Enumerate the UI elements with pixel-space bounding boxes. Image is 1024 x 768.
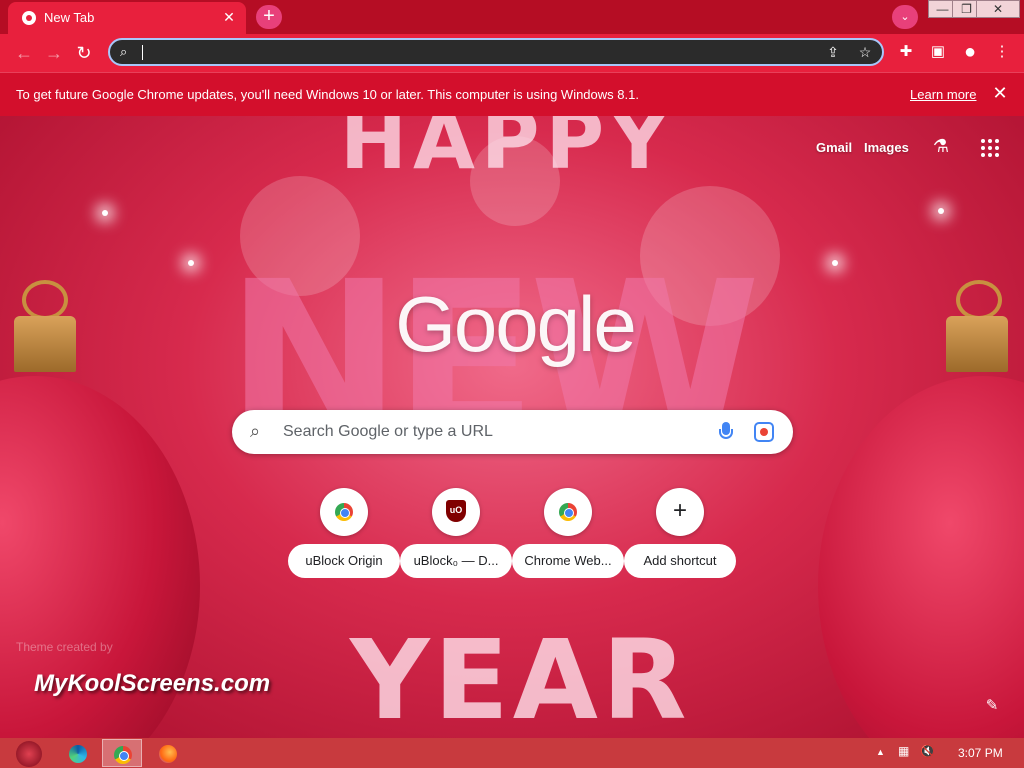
taskbar-chrome[interactable] xyxy=(102,739,142,767)
shortcut-tile[interactable]: uBlock Origin xyxy=(288,486,400,578)
chrome-favicon-icon xyxy=(22,11,36,25)
taskbar-edge[interactable] xyxy=(58,739,98,767)
taskbar: ▲ ▦ 🔇 3:07 PM xyxy=(0,738,1024,768)
side-panel-icon[interactable]: ▣ xyxy=(927,41,949,63)
customize-pencil-icon[interactable]: ✎ xyxy=(982,696,1002,716)
search-box[interactable]: ⌕ Search Google or type a URL xyxy=(232,410,793,454)
share-icon[interactable]: ⇪ xyxy=(824,43,842,61)
chrome-icon xyxy=(335,503,353,521)
search-placeholder: Search Google or type a URL xyxy=(283,423,493,440)
shortcut-icon-circle xyxy=(320,488,368,536)
right-ornament-cap xyxy=(946,316,1008,372)
edge-icon xyxy=(69,745,87,763)
update-infobar: To get future Google Chrome updates, you… xyxy=(0,72,1024,116)
right-ornament-ring xyxy=(956,280,1002,320)
shortcut-icon-circle xyxy=(544,488,592,536)
shortcut-label: uBlock Origin xyxy=(288,544,400,578)
firefox-icon xyxy=(159,745,177,763)
forward-arrow-icon[interactable]: → xyxy=(42,42,66,64)
brand-watermark: MyKoolScreens.com xyxy=(34,670,271,697)
labs-flask-icon[interactable]: ⚗ xyxy=(930,136,952,160)
tab-title: New Tab xyxy=(44,10,95,25)
clock[interactable]: 3:07 PM xyxy=(958,746,1003,760)
search-icon: ⌕ xyxy=(120,44,128,59)
shortcut-icon-circle: uO xyxy=(432,488,480,536)
tray-overflow-arrow-icon[interactable]: ▲ xyxy=(876,747,885,757)
shortcut-label: Chrome Web... xyxy=(512,544,624,578)
back-arrow-icon[interactable]: ← xyxy=(12,42,36,64)
add-shortcut-tile[interactable]: + Add shortcut xyxy=(624,486,736,578)
sparkle xyxy=(188,260,194,266)
chrome-icon xyxy=(114,746,132,764)
theme-credit[interactable]: Theme created by xyxy=(16,640,113,654)
sparkle xyxy=(832,260,838,266)
menu-kebab-icon[interactable]: ⋮ xyxy=(991,41,1013,63)
taskbar-firefox[interactable] xyxy=(148,739,188,767)
background-text-happy: HAPPY xyxy=(340,116,675,187)
learn-more-link[interactable]: Learn more xyxy=(910,87,976,102)
google-logo: Google xyxy=(395,280,637,368)
background-text-year: YEAR xyxy=(350,616,691,738)
network-icon[interactable]: ▦ xyxy=(898,744,909,758)
sparkle xyxy=(102,210,108,216)
infobar-message: To get future Google Chrome updates, you… xyxy=(16,87,639,102)
extensions-puzzle-icon[interactable]: ✚ xyxy=(895,41,917,63)
shortcut-tile[interactable]: Chrome Web... xyxy=(512,486,624,578)
tab-close-icon[interactable]: ✕ xyxy=(220,8,238,26)
sparkle xyxy=(938,208,944,214)
google-lens-camera-icon[interactable] xyxy=(754,422,774,442)
shortcut-icon-circle: + xyxy=(656,488,704,536)
start-button[interactable] xyxy=(10,739,50,767)
new-tab-page: HAPPY NEW YEAR Gmail Images ⚗ Google ⌕ S… xyxy=(0,116,1024,738)
infobar-close-icon[interactable]: ✕ xyxy=(990,83,1010,103)
plus-icon: + xyxy=(672,497,687,524)
search-icon: ⌕ xyxy=(250,421,261,441)
chrome-icon xyxy=(559,503,577,521)
left-ornament-ring xyxy=(22,280,68,320)
shortcut-label: Add shortcut xyxy=(624,544,736,578)
right-ornament xyxy=(818,376,1024,738)
ublock-shield-icon: uO xyxy=(446,500,466,522)
bookmark-star-icon[interactable]: ☆ xyxy=(856,43,874,61)
tab-new-tab[interactable]: New Tab ✕ xyxy=(8,2,246,34)
gmail-link[interactable]: Gmail xyxy=(816,140,852,155)
voice-search-mic-icon[interactable] xyxy=(718,420,734,444)
images-link[interactable]: Images xyxy=(864,140,909,155)
profile-avatar-icon[interactable]: ● xyxy=(959,41,981,63)
google-apps-grid-icon[interactable] xyxy=(980,136,1002,158)
ornament-start-icon xyxy=(16,741,42,767)
reload-icon[interactable]: ↻ xyxy=(72,42,96,64)
volume-muted-icon[interactable]: 🔇 xyxy=(920,744,935,758)
address-bar[interactable]: ⌕ ⇪ ☆ xyxy=(108,38,884,66)
tab-search-chevron-icon[interactable]: ⌄ xyxy=(892,5,918,29)
text-cursor xyxy=(142,45,143,60)
new-tab-button[interactable]: + xyxy=(256,5,282,29)
close-window-button[interactable]: ✕ xyxy=(976,0,1020,18)
shortcut-label: uBlock₀ — D... xyxy=(400,544,512,578)
left-ornament-cap xyxy=(14,316,76,372)
shortcut-tile[interactable]: uO uBlock₀ — D... xyxy=(400,486,512,578)
